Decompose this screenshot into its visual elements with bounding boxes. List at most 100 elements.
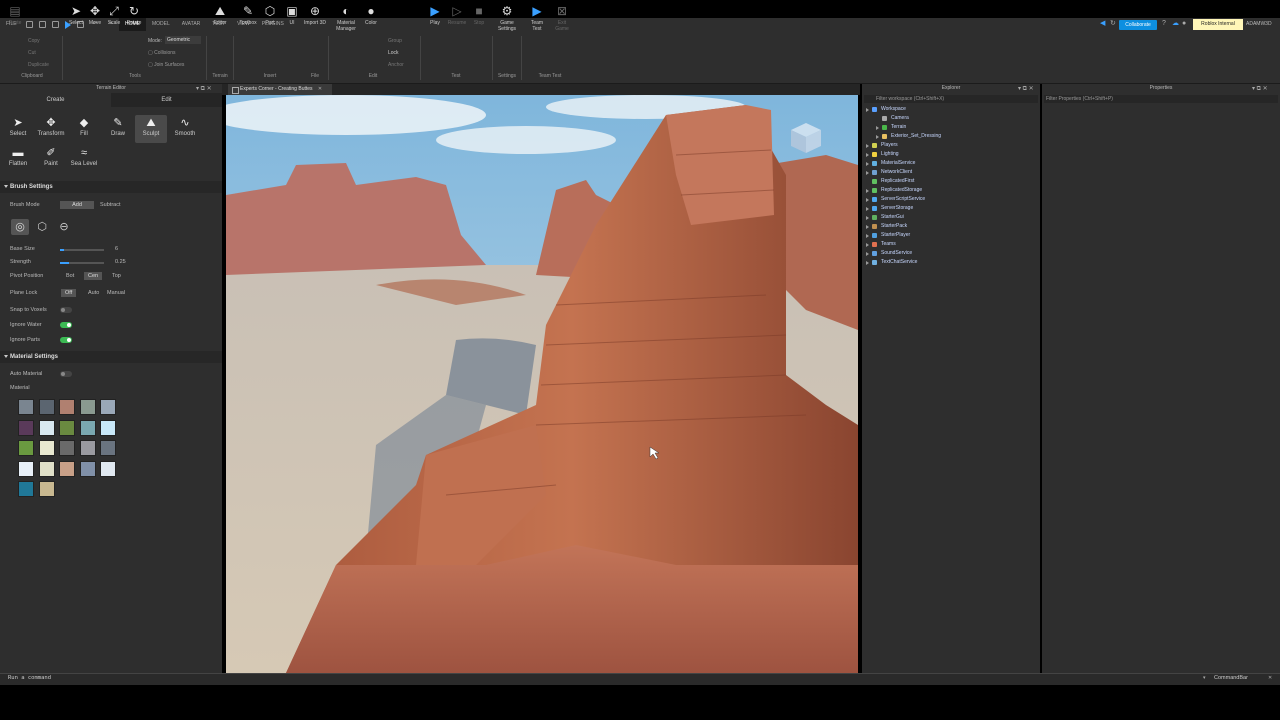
- material-swatch[interactable]: [59, 460, 75, 477]
- cloud-icon[interactable]: ☁: [1172, 20, 1180, 28]
- explorer-item[interactable]: Exterior_Set_Dressing: [876, 132, 941, 141]
- scale-button[interactable]: ⤢ Scale: [103, 4, 125, 26]
- terrain-tool-transform[interactable]: ✥ Transform: [35, 115, 67, 137]
- join-surfaces-toggle[interactable]: ▢ Join Surfaces: [148, 62, 184, 68]
- terrain-tool-smooth[interactable]: ∿ Smooth: [169, 115, 201, 137]
- username[interactable]: ADAMW3D: [1246, 19, 1272, 30]
- brush-add-button[interactable]: Add: [60, 201, 94, 209]
- material-swatch[interactable]: [38, 440, 55, 456]
- expand-arrow-icon[interactable]: [866, 233, 869, 238]
- material-swatch[interactable]: [38, 399, 55, 415]
- explorer-item[interactable]: MaterialService: [866, 159, 915, 168]
- expand-arrow-icon[interactable]: [866, 143, 869, 148]
- material-swatch[interactable]: [18, 440, 34, 456]
- explorer-item[interactable]: ServerStorage: [866, 204, 913, 213]
- explorer-item[interactable]: SoundService: [866, 249, 912, 258]
- properties-dock-icon[interactable]: ▾ ⧉ ✕: [1252, 85, 1268, 93]
- terrain-tool-flatten[interactable]: ▬ Flatten: [2, 145, 34, 167]
- material-swatch[interactable]: [79, 399, 96, 415]
- terrain-tool-sculpt[interactable]: ⛰ Sculpt: [135, 115, 167, 143]
- rotate-button[interactable]: ↻ Rotate: [123, 4, 145, 26]
- explorer-item[interactable]: StarterPlayer: [866, 231, 910, 240]
- team-test-button[interactable]: ▶ Team Test: [526, 4, 548, 32]
- material-swatch[interactable]: [38, 481, 55, 497]
- snap-to-voxels-toggle[interactable]: [60, 307, 72, 313]
- profile-icon[interactable]: ●: [1182, 20, 1190, 28]
- material-manager-button[interactable]: ◐ Material Manager: [333, 4, 359, 32]
- expand-arrow-icon[interactable]: [866, 260, 869, 265]
- 3d-viewport[interactable]: [226, 95, 858, 673]
- explorer-item[interactable]: ReplicatedFirst: [866, 177, 914, 186]
- expand-arrow-icon[interactable]: [866, 215, 869, 220]
- material-swatch[interactable]: [59, 399, 75, 415]
- anchor-button[interactable]: Anchor: [388, 62, 404, 68]
- refresh-icon[interactable]: ↻: [1110, 20, 1118, 28]
- base-size-value[interactable]: 6: [115, 246, 118, 252]
- terrain-tool-select[interactable]: ➤ Select: [2, 115, 34, 137]
- explorer-item[interactable]: Terrain: [876, 123, 906, 132]
- expand-arrow-icon[interactable]: [866, 161, 869, 166]
- stop-button[interactable]: ■ Stop: [468, 4, 490, 26]
- expand-arrow-icon[interactable]: [876, 125, 879, 130]
- explorer-item[interactable]: Workspace: [866, 105, 906, 114]
- terrain-tool-sea-level[interactable]: ≈ Sea Level: [68, 145, 100, 167]
- tab-edit[interactable]: Edit: [111, 93, 222, 107]
- material-swatch[interactable]: [79, 460, 96, 477]
- terrain-tool-fill[interactable]: ◆ Fill: [68, 115, 100, 137]
- plane-lock-manual-button[interactable]: Manual: [103, 289, 129, 297]
- properties-filter-input[interactable]: Filter Properties (Ctrl+Shift+P): [1044, 95, 1278, 103]
- strength-slider[interactable]: [60, 262, 104, 264]
- expand-arrow-icon[interactable]: [866, 224, 869, 229]
- duplicate-button[interactable]: Duplicate: [28, 62, 49, 68]
- material-swatch[interactable]: [100, 460, 116, 477]
- expand-arrow-icon[interactable]: [866, 152, 869, 157]
- import-3d-button[interactable]: ⊕ Import 3D: [304, 4, 326, 26]
- expand-arrow-icon[interactable]: [866, 242, 869, 247]
- group-button[interactable]: Group: [388, 38, 402, 44]
- tab-create[interactable]: Create: [0, 93, 111, 107]
- material-settings-header[interactable]: Material Settings: [0, 351, 222, 363]
- material-swatch[interactable]: [59, 419, 75, 436]
- pivot-bot-button[interactable]: Bot: [62, 272, 78, 280]
- ignore-water-toggle[interactable]: [60, 322, 72, 328]
- expand-arrow-icon[interactable]: [866, 197, 869, 202]
- copy-button[interactable]: Copy: [28, 38, 40, 44]
- explorer-filter-input[interactable]: Filter workspace (Ctrl+Shift+X): [864, 95, 1038, 103]
- strength-value[interactable]: 0.25: [115, 259, 126, 265]
- part-button[interactable]: ⬡ Part: [259, 4, 281, 26]
- lock-button[interactable]: Lock: [388, 50, 399, 56]
- expand-arrow-icon[interactable]: [866, 206, 869, 211]
- plane-lock-auto-button[interactable]: Auto: [84, 289, 103, 297]
- base-size-slider[interactable]: [60, 249, 104, 251]
- play-button[interactable]: ▶ Play: [424, 4, 446, 26]
- tab-avatar[interactable]: AVATAR: [176, 18, 207, 31]
- explorer-dock-icon[interactable]: ▾ ⧉ ✕: [1018, 85, 1034, 93]
- material-swatch[interactable]: [100, 399, 116, 415]
- expand-arrow-icon[interactable]: [866, 107, 869, 112]
- explorer-item[interactable]: Camera: [876, 114, 909, 123]
- sphere-brush-icon[interactable]: ◎: [11, 219, 29, 235]
- pivot-top-button[interactable]: Top: [108, 272, 125, 280]
- help-icon[interactable]: ?: [1162, 20, 1170, 28]
- cube-brush-icon[interactable]: ⬡: [33, 219, 51, 235]
- open-file-icon[interactable]: [38, 21, 46, 28]
- chevron-down-icon[interactable]: ▾: [1203, 675, 1206, 681]
- plane-lock-off-button[interactable]: Off: [61, 289, 77, 297]
- pivot-cen-button[interactable]: Cen: [84, 272, 103, 280]
- material-swatch[interactable]: [79, 440, 96, 456]
- collaborate-button[interactable]: Collaborate: [1119, 20, 1157, 30]
- explorer-item[interactable]: ReplicatedStorage: [866, 186, 922, 195]
- terrain-tool-paint[interactable]: ✐ Paint: [35, 145, 67, 167]
- ignore-parts-toggle[interactable]: [60, 337, 72, 343]
- auto-material-toggle[interactable]: [60, 371, 72, 377]
- cut-button[interactable]: Cut: [28, 50, 36, 56]
- mode-dropdown[interactable]: Geometric: [165, 36, 201, 44]
- terrain-tool-draw[interactable]: ✎ Draw: [102, 115, 134, 137]
- tab-model[interactable]: MODEL: [146, 18, 176, 31]
- expand-arrow-icon[interactable]: [866, 188, 869, 193]
- close-icon[interactable]: ✕: [1268, 675, 1272, 681]
- dock-icon[interactable]: ▾ ⧉ ✕: [196, 85, 212, 93]
- expand-arrow-icon[interactable]: [876, 134, 879, 139]
- brush-settings-header[interactable]: Brush Settings: [0, 181, 222, 193]
- terrain-editor-button[interactable]: ⛰ Editor: [209, 4, 231, 26]
